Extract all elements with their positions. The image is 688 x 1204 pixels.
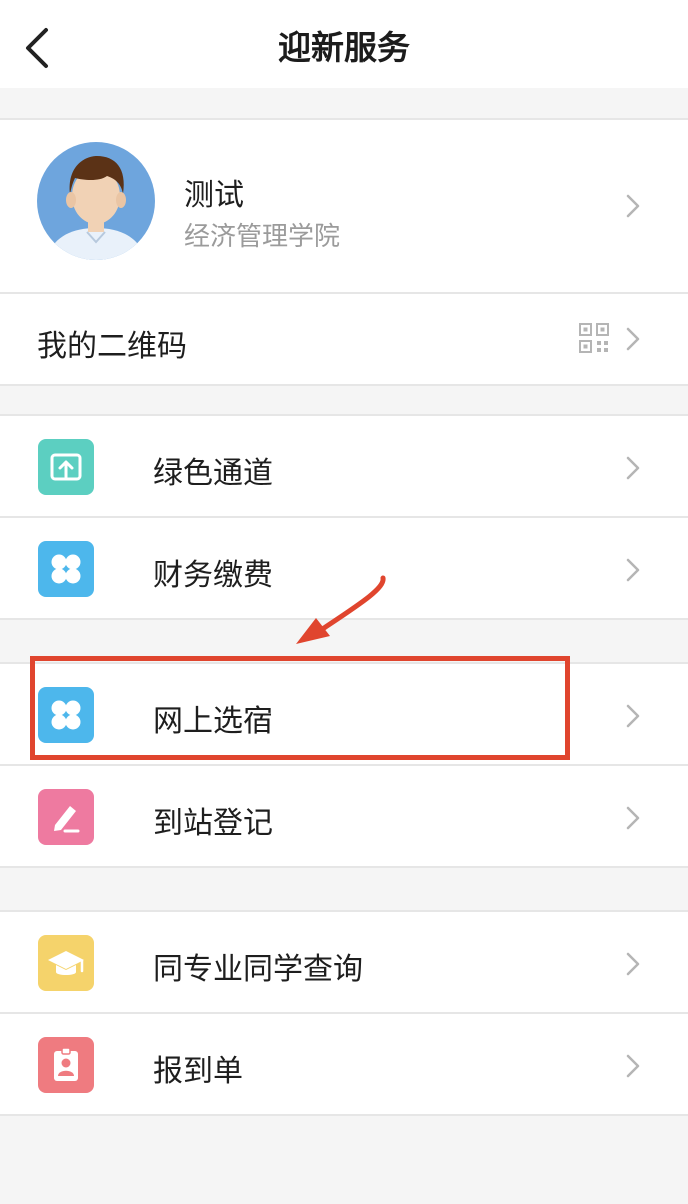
qr-code-label: 我的二维码 bbox=[37, 329, 187, 364]
user-avatar-icon bbox=[37, 142, 155, 260]
annotation-arrow-icon bbox=[296, 575, 386, 644]
menu-item-label: 网上选宿 bbox=[153, 704, 273, 739]
menu-item-registration-form[interactable]: 报到单 bbox=[0, 1012, 688, 1114]
chevron-right-icon bbox=[626, 194, 640, 218]
page-title: 迎新服务 bbox=[278, 28, 410, 67]
profile-college: 经济管理学院 bbox=[184, 222, 341, 252]
profile-card[interactable]: 测试 经济管理学院 bbox=[0, 118, 688, 294]
green-channel-icon bbox=[38, 439, 94, 495]
service-group-2: 网上选宿 到站登记 bbox=[0, 662, 688, 868]
chevron-right-icon bbox=[626, 327, 640, 351]
graduation-cap-icon bbox=[38, 935, 94, 991]
menu-item-label: 财务缴费 bbox=[153, 558, 273, 593]
profile-name: 测试 bbox=[184, 178, 244, 213]
service-group-3: 同专业同学查询 报到单 bbox=[0, 910, 688, 1116]
chevron-right-icon bbox=[626, 704, 640, 728]
menu-item-online-dorm-selection[interactable]: 网上选宿 bbox=[0, 664, 688, 766]
chevron-right-icon bbox=[626, 456, 640, 480]
id-badge-icon bbox=[38, 1037, 94, 1093]
menu-item-label: 绿色通道 bbox=[153, 456, 273, 491]
menu-item-label: 报到单 bbox=[153, 1054, 243, 1089]
menu-item-label: 同专业同学查询 bbox=[153, 952, 363, 987]
chevron-right-icon bbox=[626, 952, 640, 976]
chevron-right-icon bbox=[626, 806, 640, 830]
menu-item-label: 到站登记 bbox=[153, 806, 273, 841]
chevron-right-icon bbox=[626, 1054, 640, 1078]
qr-code-icon bbox=[579, 323, 609, 353]
menu-item-arrival-registration[interactable]: 到站登记 bbox=[0, 764, 688, 866]
menu-item-green-channel[interactable]: 绿色通道 bbox=[0, 416, 688, 518]
my-qr-code-row[interactable]: 我的二维码 bbox=[0, 292, 688, 386]
pencil-icon bbox=[38, 789, 94, 845]
chevron-right-icon bbox=[626, 558, 640, 582]
clover-icon bbox=[38, 687, 94, 743]
menu-item-classmate-search[interactable]: 同专业同学查询 bbox=[0, 912, 688, 1014]
clover-icon bbox=[38, 541, 94, 597]
nav-bar: 迎新服务 bbox=[0, 0, 688, 88]
